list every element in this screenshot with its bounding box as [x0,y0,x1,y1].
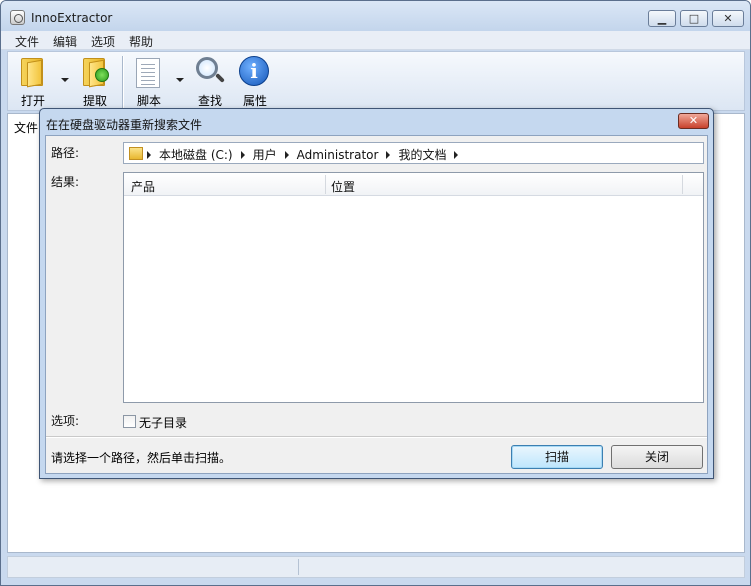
dialog-divider [46,436,707,437]
extract-folder-icon [83,58,109,88]
open-button[interactable]: 打开 [14,54,52,110]
open-dropdown-arrow[interactable] [61,78,69,82]
close-icon: ✕ [723,12,733,25]
find-label: 查找 [197,94,222,108]
results-list-header: 产品 位置 [124,173,703,196]
properties-button[interactable]: i 属性 [238,54,272,110]
dialog-status-text: 请选择一个路径，然后单击扫描。 [51,451,232,465]
no-subdirectories-checkbox[interactable] [123,415,136,428]
script-button[interactable]: 脚本 [130,54,168,110]
file-column-header[interactable]: 文件 [14,119,38,136]
close-window-button[interactable]: ✕ [712,10,744,27]
breadcrumb-my-documents[interactable]: 我的文档 [398,146,446,163]
results-list[interactable]: 产品 位置 [123,172,704,403]
close-button[interactable]: 关闭 [611,445,703,469]
info-icon: i [239,56,269,86]
path-breadcrumb-bar[interactable]: 本地磁盘 (C:) 用户 Administrator 我的文档 [123,142,704,164]
options-label: 选项: [51,414,80,428]
script-document-icon [136,58,160,88]
minimize-button[interactable]: ▁ [648,10,676,27]
breadcrumb-users[interactable]: 用户 [253,146,277,163]
dialog-title: 在在硬盘驱动器重新搜索文件 [46,118,203,132]
chevron-right-icon[interactable] [240,150,245,159]
results-label: 结果: [51,175,80,189]
extract-button[interactable]: 提取 [76,54,114,110]
extract-label: 提取 [82,94,107,108]
dialog-body: 路径: 结果: 选项: 本地磁盘 (C:) 用户 Administrator 我… [45,135,708,474]
search-dialog: 在在硬盘驱动器重新搜索文件 ✕ 路径: 结果: 选项: 本地磁盘 (C:) 用户… [39,108,714,479]
maximize-button[interactable]: □ [680,10,708,27]
open-label: 打开 [20,94,45,108]
status-bar [7,556,745,578]
dialog-close-button[interactable]: ✕ [678,113,709,129]
script-label: 脚本 [136,94,161,108]
chevron-right-icon[interactable] [454,150,459,159]
folder-icon [129,147,143,160]
breadcrumb-administrator[interactable]: Administrator [297,148,379,162]
toolbar: 打开 提取 脚本 查找 i 属性 [7,51,745,111]
menu-help[interactable]: 帮助 [129,33,153,50]
title-bar: InnoExtractor ▁ □ ✕ [1,1,750,31]
minimize-icon: ▁ [657,12,667,25]
window-title: InnoExtractor [31,11,113,25]
column-product[interactable]: 产品 [131,178,155,195]
menu-edit[interactable]: 编辑 [53,33,77,50]
scan-button[interactable]: 扫描 [511,445,603,469]
menu-bar: 文件 编辑 选项 帮助 [1,31,750,50]
close-icon: ✕ [688,114,699,127]
menu-options[interactable]: 选项 [91,33,115,50]
main-window: InnoExtractor ▁ □ ✕ 文件 编辑 选项 帮助 打开 提取 脚本 [0,0,751,586]
open-folder-icon [21,58,43,88]
find-button[interactable]: 查找 [192,54,228,110]
chevron-right-icon[interactable] [147,150,151,159]
maximize-icon: □ [688,12,700,25]
breadcrumb: 本地磁盘 (C:) 用户 Administrator 我的文档 [147,146,459,163]
path-label: 路径: [51,146,80,160]
chevron-right-icon[interactable] [386,150,391,159]
script-dropdown-arrow[interactable] [176,78,184,82]
no-subdirectories-label[interactable]: 无子目录 [139,414,187,431]
properties-label: 属性 [242,94,267,108]
app-icon [10,10,25,25]
breadcrumb-local-disk[interactable]: 本地磁盘 (C:) [159,146,233,163]
column-location[interactable]: 位置 [331,178,355,195]
toolbar-separator [122,56,123,108]
chevron-right-icon[interactable] [284,150,289,159]
menu-file[interactable]: 文件 [15,33,39,50]
